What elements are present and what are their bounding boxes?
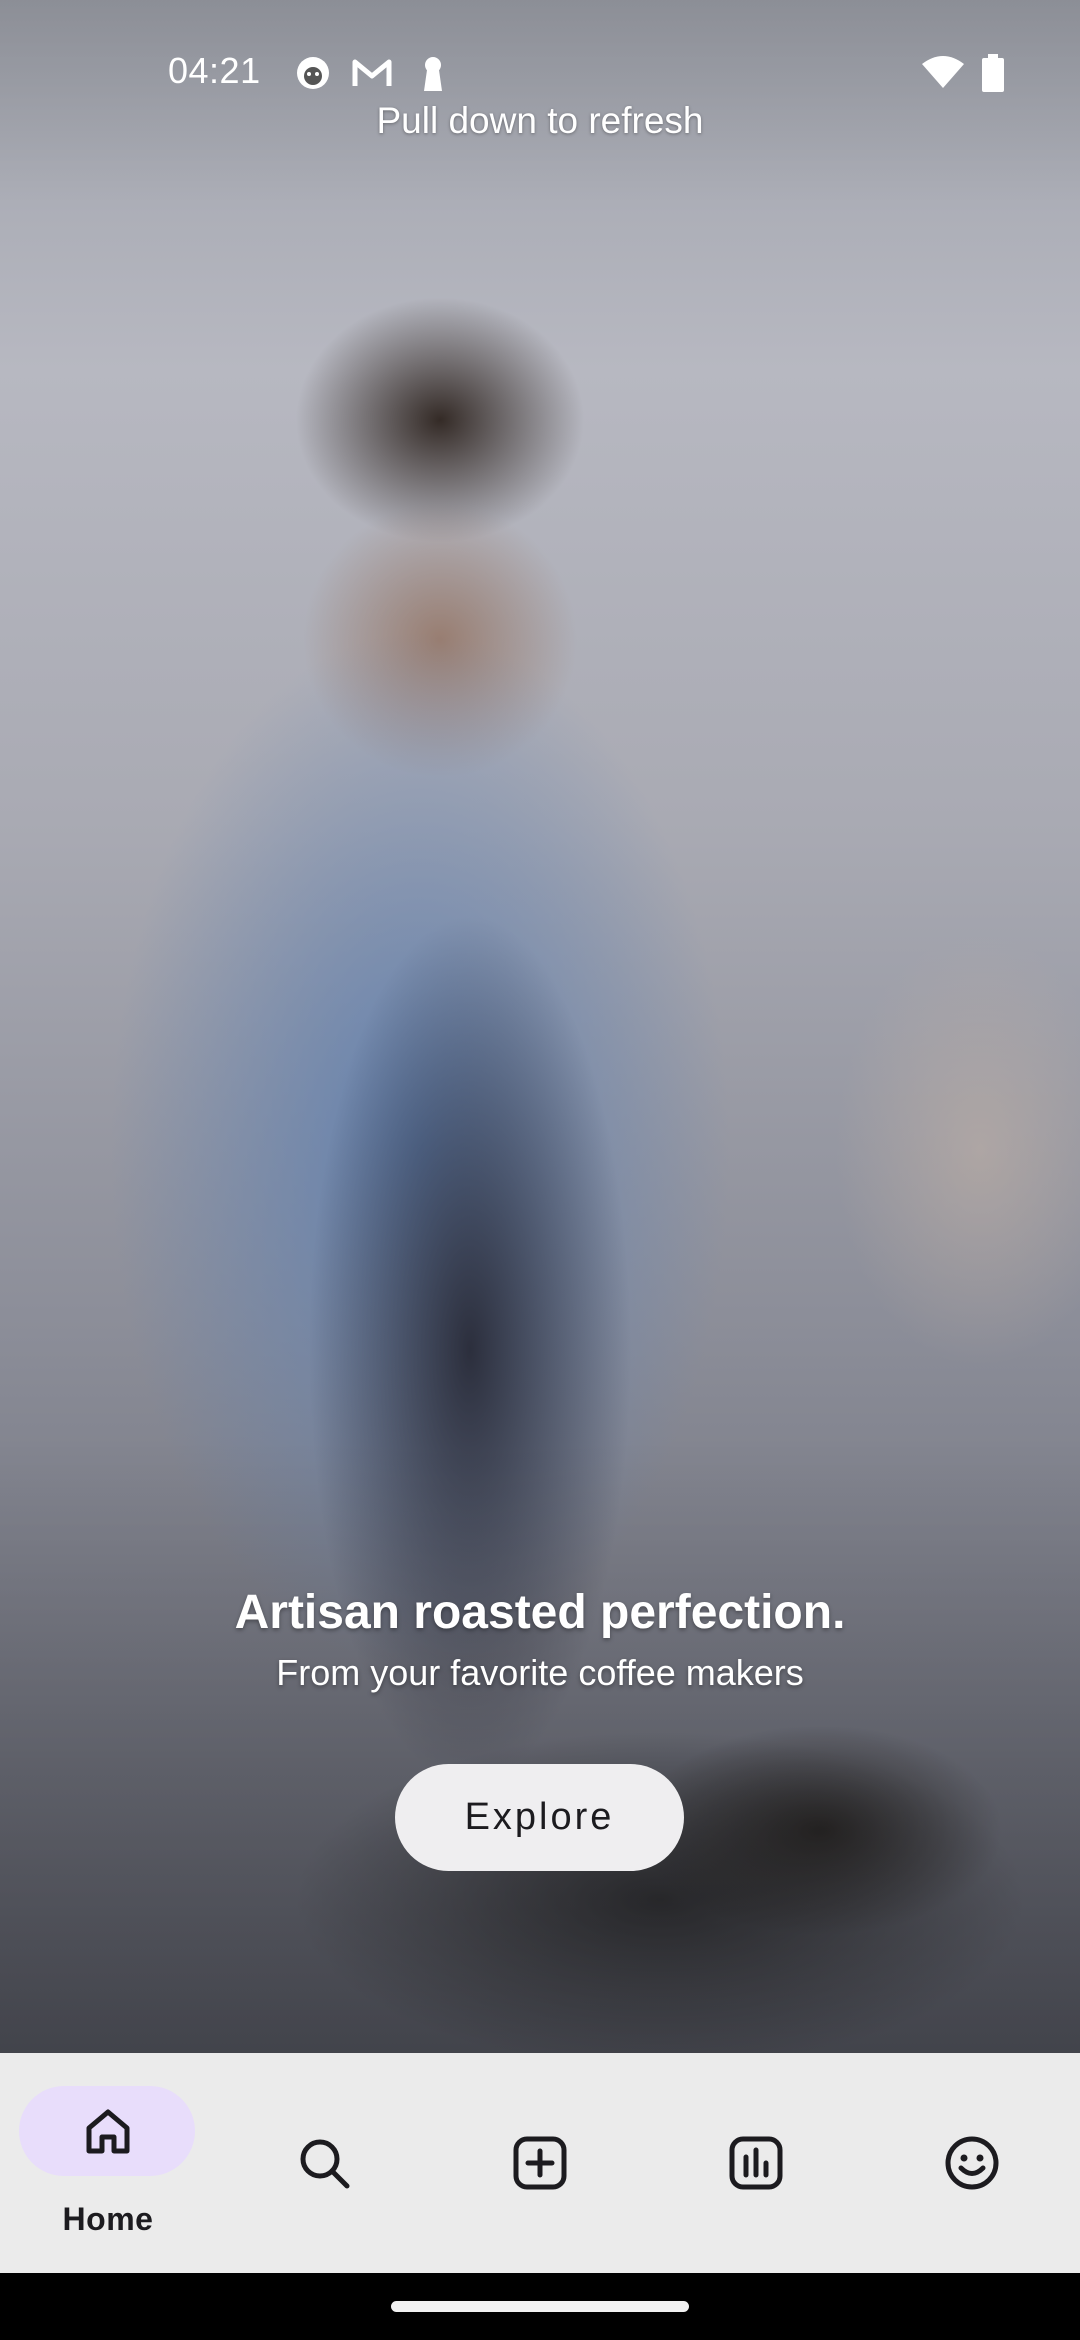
nav-item-home[interactable]: Home xyxy=(0,2053,216,2273)
nav-item-search[interactable] xyxy=(216,2053,432,2273)
search-icon xyxy=(296,2135,352,2191)
add-box-icon xyxy=(512,2135,568,2191)
battery-icon xyxy=(980,54,1006,92)
wifi-icon xyxy=(920,54,966,92)
pull-to-refresh-hint: Pull down to refresh xyxy=(376,100,704,141)
keyhole-icon xyxy=(414,54,452,92)
gmail-icon xyxy=(352,54,392,92)
nav-label-home: Home xyxy=(62,2201,154,2237)
home-gesture-handle[interactable] xyxy=(391,2301,689,2312)
nav-item-insights[interactable] xyxy=(648,2053,864,2273)
app-notification-icon xyxy=(294,54,332,92)
smiley-icon xyxy=(944,2135,1000,2191)
nav-item-add[interactable] xyxy=(432,2053,648,2273)
home-icon xyxy=(80,2103,136,2159)
explore-button[interactable]: Explore xyxy=(395,1764,684,1871)
hero-title: Artisan roasted perfection. xyxy=(234,1586,846,1639)
hero-overlay xyxy=(0,0,1080,2053)
bottom-navigation: Home xyxy=(0,2053,1080,2273)
status-bar: 04:21 xyxy=(0,40,1080,104)
nav-item-profile[interactable] xyxy=(864,2053,1080,2273)
hero-image xyxy=(0,0,1080,2053)
hero-subtitle: From your favorite coffee makers xyxy=(276,1652,804,1693)
status-time: 04:21 xyxy=(168,50,261,91)
chart-icon xyxy=(728,2135,784,2191)
